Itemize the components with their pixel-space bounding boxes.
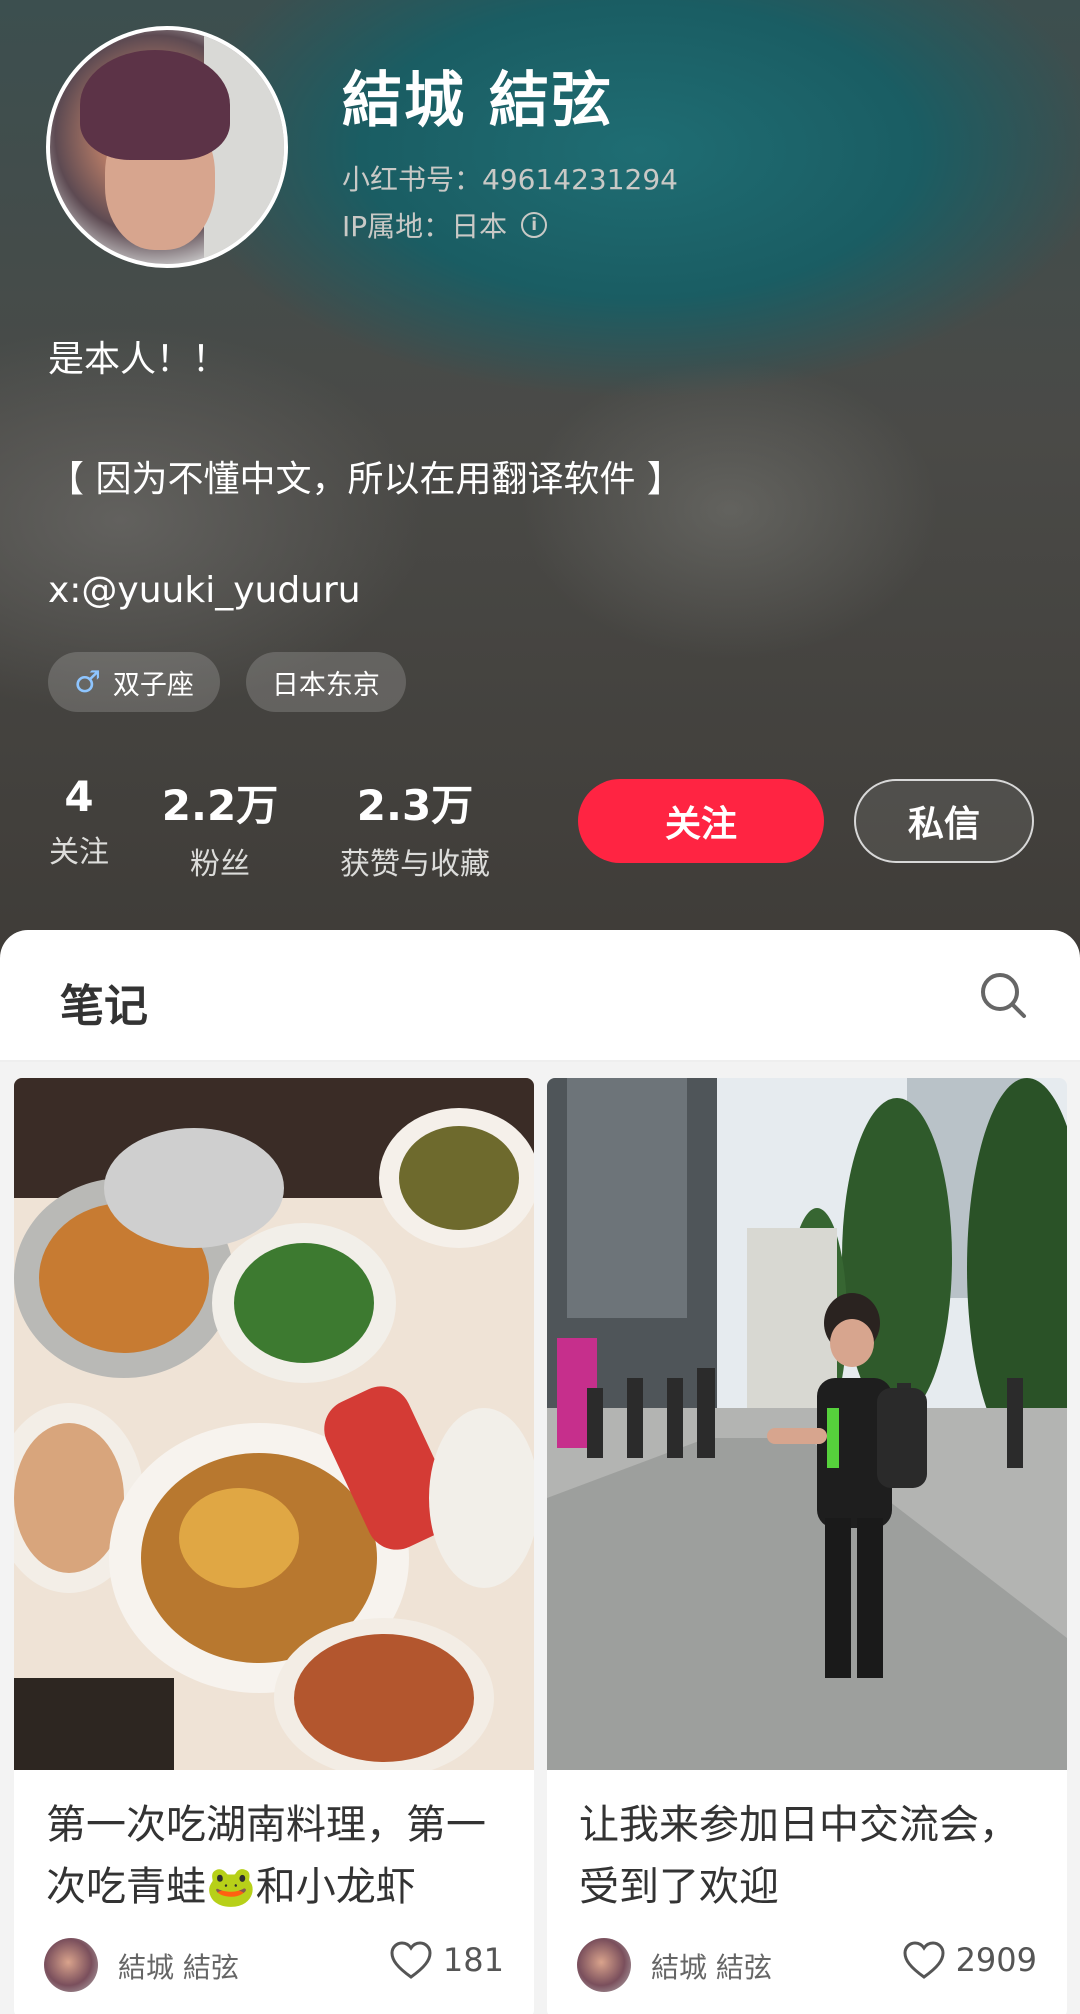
tag-location-label: 日本东京 xyxy=(271,669,380,701)
like-button[interactable]: 181 xyxy=(389,1940,504,1980)
author-avatar[interactable] xyxy=(44,1938,98,1992)
following-label: 关注 xyxy=(49,835,109,870)
author-name[interactable]: 結城 結弦 xyxy=(118,1946,239,1986)
profile-header: 結城 結弦 小红书号：49614231294 IP属地：日本 i 是本人！！ 【… xyxy=(0,0,1080,960)
author-avatar[interactable] xyxy=(577,1938,631,1992)
like-button[interactable]: 2909 xyxy=(902,1940,1037,1980)
tab-notes[interactable]: 笔记 xyxy=(60,970,148,1034)
stat-followers[interactable]: 2.2万 粉丝 xyxy=(160,772,280,883)
likes-collects-count: 2.3万 xyxy=(356,781,474,830)
avatar-background xyxy=(204,30,284,264)
tag-zodiac-label: 双子座 xyxy=(112,669,194,701)
ip-location[interactable]: IP属地：日本 i xyxy=(342,205,548,245)
tag-zodiac: ♂ 双子座 xyxy=(48,652,220,712)
like-count: 2909 xyxy=(955,1941,1037,1979)
note-title[interactable]: 让我来参加日中交流会，受到了欢迎 xyxy=(579,1794,1049,1918)
red-id[interactable]: 小红书号：49614231294 xyxy=(342,158,678,198)
like-count: 181 xyxy=(442,1941,504,1979)
follow-button[interactable]: 关注 xyxy=(578,779,824,863)
note-card[interactable]: 让我来参加日中交流会，受到了欢迎 結城 結弦 2909 xyxy=(547,1078,1067,2014)
avatar[interactable] xyxy=(46,26,288,268)
note-card[interactable]: 第一次吃湖南料理，第一次吃青蛙🐸和小龙虾 結城 結弦 181 xyxy=(14,1078,534,2014)
street-photo xyxy=(547,1078,1067,1770)
note-title[interactable]: 第一次吃湖南料理，第一次吃青蛙🐸和小龙虾 xyxy=(46,1794,516,1918)
stat-likes-collects[interactable]: 2.3万 获赞与收藏 xyxy=(320,772,510,883)
ip-location-text: IP属地：日本 xyxy=(342,210,508,243)
heart-icon xyxy=(903,1941,945,1979)
search-icon[interactable] xyxy=(978,970,1028,1020)
likes-collects-label: 获赞与收藏 xyxy=(340,847,490,882)
profile-name: 結城 結弦 xyxy=(342,66,613,136)
background-shade xyxy=(520,360,940,660)
avatar-hair xyxy=(80,50,230,160)
bio-line-3: x:@yuuki_yuduru xyxy=(48,570,361,611)
male-symbol-icon: ♂ xyxy=(74,664,101,700)
info-icon[interactable]: i xyxy=(521,212,548,238)
stat-following[interactable]: 4 关注 xyxy=(34,772,124,871)
note-cover-image[interactable] xyxy=(14,1078,534,1770)
tab-bar: 笔记 xyxy=(0,930,1080,1062)
food-photo xyxy=(14,1078,534,1770)
bio-line-2: 【 因为不懂中文，所以在用翻译软件 】 xyxy=(48,459,683,500)
tag-location: 日本东京 xyxy=(245,652,406,712)
following-count: 4 xyxy=(64,772,94,821)
note-cover-image[interactable] xyxy=(547,1078,1067,1770)
profile-tags: ♂ 双子座 日本东京 xyxy=(48,652,406,712)
followers-label: 粉丝 xyxy=(190,847,250,882)
author-name[interactable]: 結城 結弦 xyxy=(651,1946,772,1986)
message-button[interactable]: 私信 xyxy=(854,779,1034,863)
heart-icon xyxy=(390,1941,432,1979)
bio-line-1: 是本人！！ xyxy=(48,339,229,380)
followers-count: 2.2万 xyxy=(161,781,279,830)
